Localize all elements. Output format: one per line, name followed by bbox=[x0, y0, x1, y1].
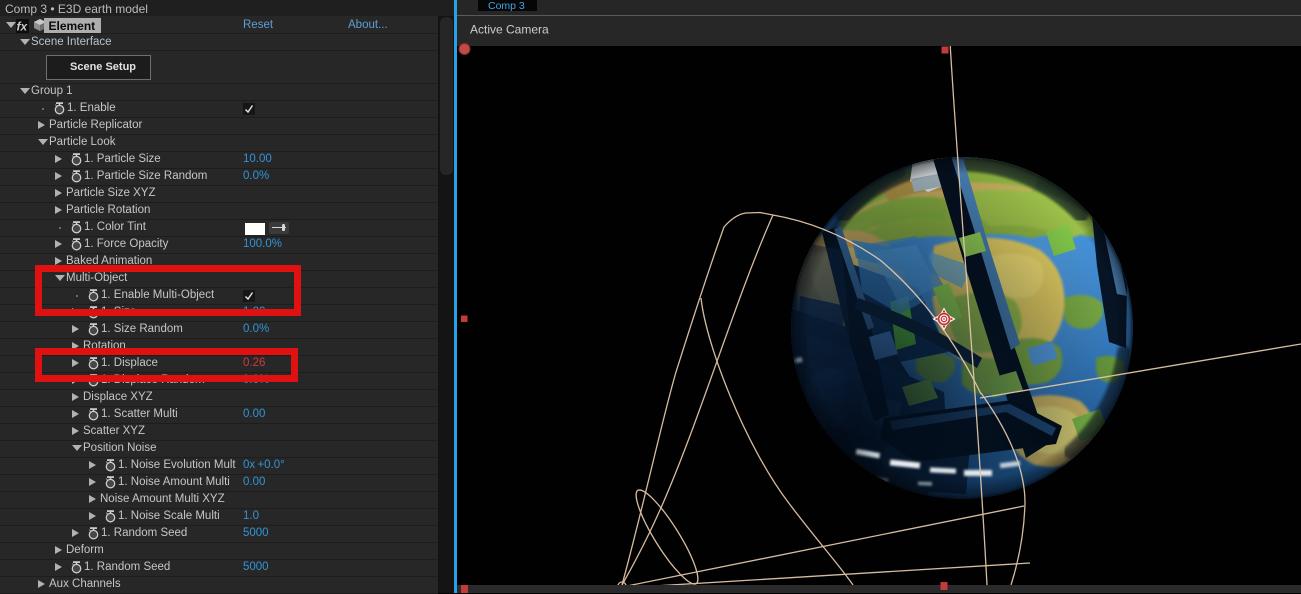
svg-text:fx: fx bbox=[17, 19, 29, 33]
svg-text:Comp 3: Comp 3 bbox=[488, 0, 525, 12]
svg-text:Active Camera: Active Camera bbox=[470, 23, 549, 37]
